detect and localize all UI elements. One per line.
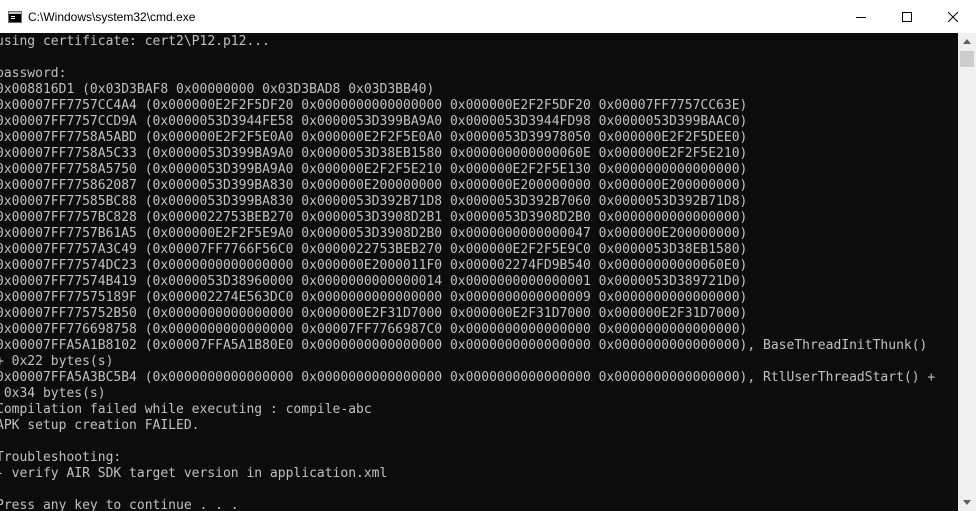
console-line: 0x00007FF775752B50 (0x0000000000000000 0… [0,306,748,321]
console-line: - verify AIR SDK target version in appli… [0,466,388,481]
console-line: 0x00007FF77575189F (0x000002274E563DC0 0… [0,290,748,305]
console-line: password: [0,66,67,81]
minimize-button[interactable] [838,0,884,33]
console-line: 0x00007FF7757B61A5 (0x000000E2F2F5E9A0 0… [0,226,748,241]
console-line: 0x00007FFA5A3BC5B4 (0x0000000000000000 0… [0,370,936,385]
scroll-down-arrow-icon [963,500,971,505]
console-line: APK setup creation FAILED. [0,418,200,433]
console-line: 0x00007FF7757BC828 (0x0000022753BEB270 0… [0,210,748,225]
console-line: 0x00007FF7757A3C49 (0x00007FF7766F56C0 0… [0,242,748,257]
scroll-up-arrow-icon [963,39,971,44]
scroll-down-button[interactable] [958,494,976,511]
maximize-button[interactable] [884,0,930,33]
console-line: 0x00007FF7758A5C33 (0x0000053D399BA9A0 0… [0,146,748,161]
window-title: C:\Windows\system32\cmd.exe [28,9,196,24]
close-button[interactable] [930,0,976,33]
console-line: Compilation failed while executing : com… [0,402,372,417]
console-line: 0x00007FF7757CC4A4 (0x000000E2F2F5DF20 0… [0,98,748,113]
console-line: using certificate: cert2\P12.p12... [0,34,270,49]
window-controls [838,0,976,33]
console-line: 0x00007FF77574DC23 (0x0000000000000000 0… [0,258,748,273]
console-lines: using certificate: cert2\P12.p12... passw… [0,34,935,511]
console-line: 0x00007FF77585BC88 (0x0000053D399BA830 0… [0,194,748,209]
console-line: 0x34 bytes(s) [0,386,106,401]
console-line: + 0x22 bytes(s) [0,354,114,369]
scroll-up-button[interactable] [958,33,976,50]
console-line: 0x00007FF775862087 (0x0000053D399BA830 0… [0,178,748,193]
cmd-console-icon[interactable] [8,10,22,23]
console-line: 0x008816D1 (0x03D3BAF8 0x00000000 0x03D3… [0,82,435,97]
close-icon [948,11,958,22]
scroll-thumb[interactable] [960,51,974,67]
minimize-icon [856,16,866,18]
console-line: 0x00007FF776698758 (0x0000000000000000 0… [0,322,748,337]
title-bar[interactable]: C:\Windows\system32\cmd.exe [0,0,976,33]
maximize-icon [902,11,912,22]
console-line: 0x00007FF77574B419 (0x0000053D38960000 0… [0,274,748,289]
cmd-window: C:\Windows\system32\cmd.exe using certif… [0,0,976,511]
console-line: Press any key to continue . . . [0,498,239,511]
console-line: 0x00007FF7757CCD9A (0x0000053D3944FE58 0… [0,114,748,129]
console-line: 0x00007FF7758A5ABD (0x000000E2F2F5E0A0 0… [0,130,748,145]
console-output[interactable]: using certificate: cert2\P12.p12... passw… [0,33,958,511]
console-line: Troubleshooting: [0,450,122,465]
vertical-scrollbar[interactable] [958,33,976,511]
console-line: 0x00007FF7758A5750 (0x0000053D399BA9A0 0… [0,162,748,177]
console-line: 0x00007FFA5A1B8102 (0x00007FFA5A1B80E0 0… [0,338,928,353]
